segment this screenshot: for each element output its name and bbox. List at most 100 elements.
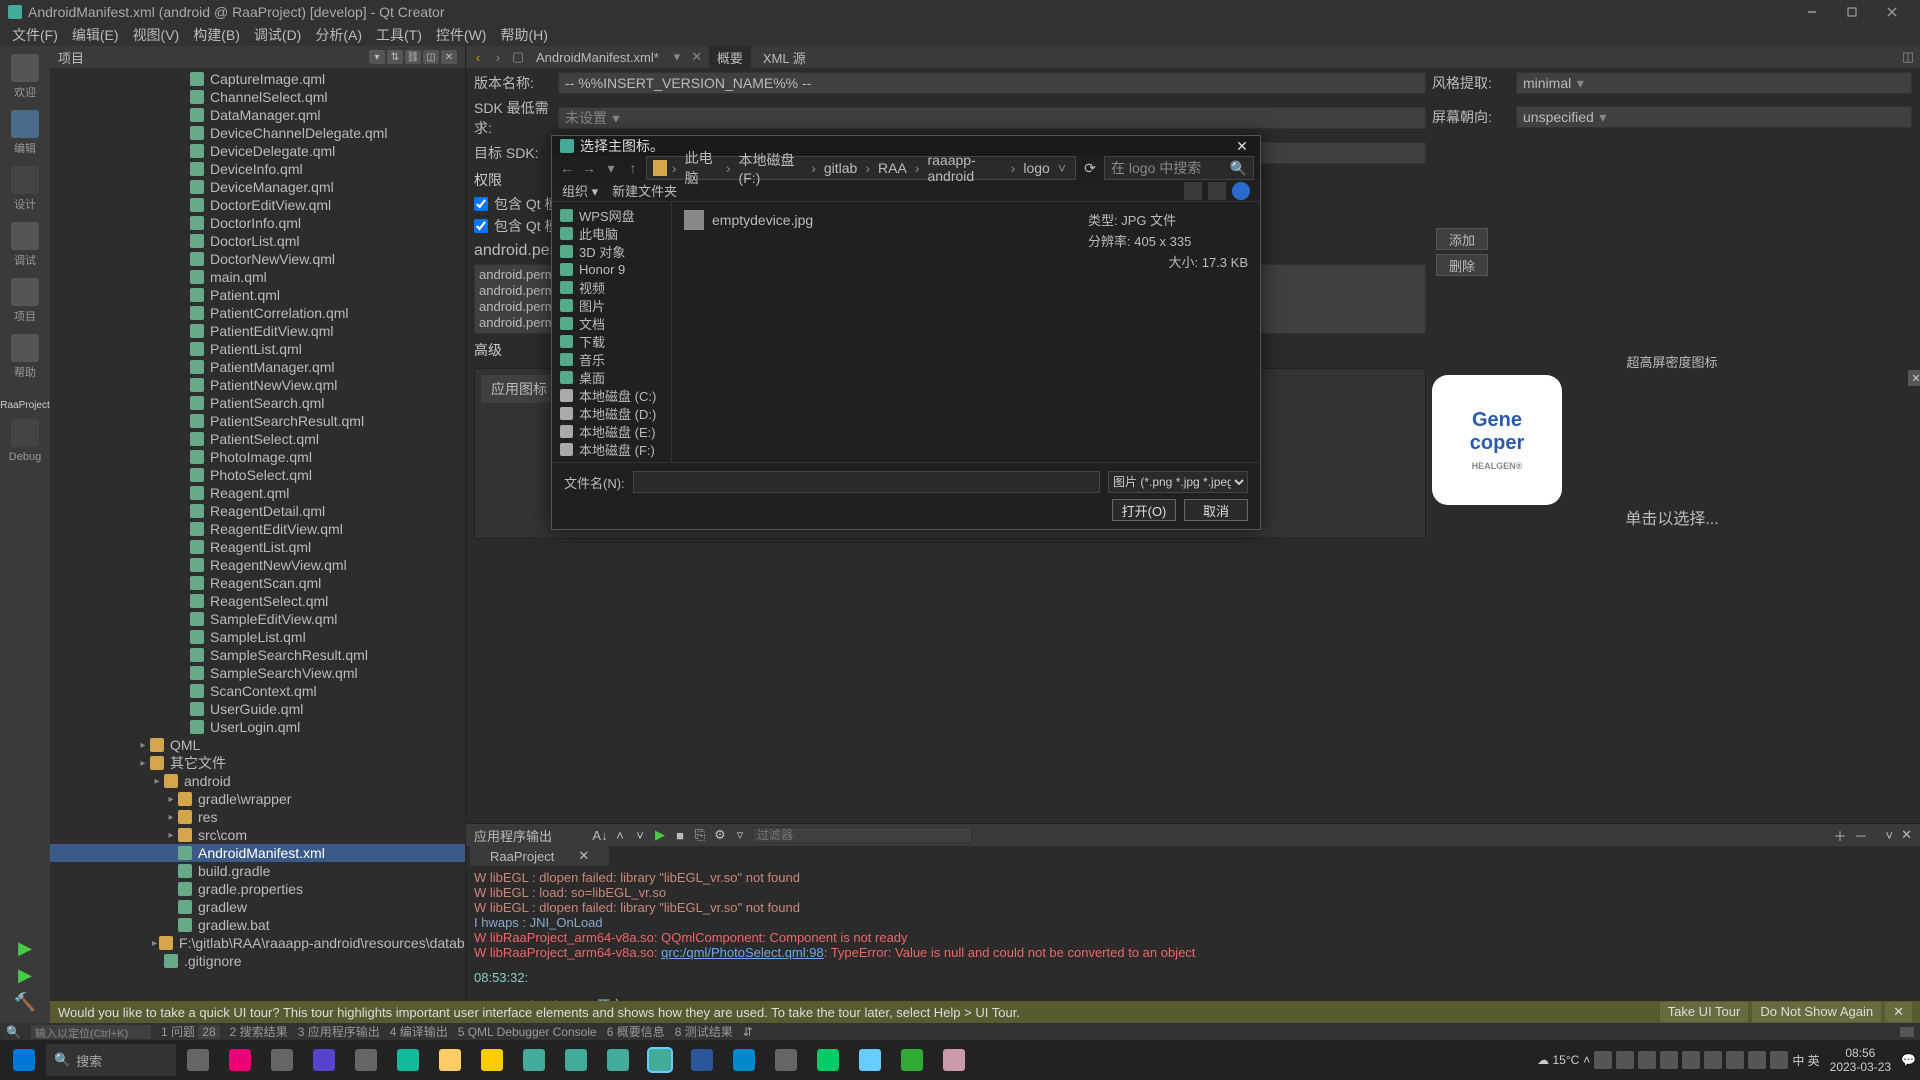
output-up-icon[interactable]: ˄ (612, 828, 628, 842)
output-body[interactable]: W libEGL : dlopen failed: library "libEG… (466, 866, 1920, 1023)
menu-view[interactable]: 视图(V) (127, 23, 186, 47)
xhdpi-icon-preview[interactable]: Genecoper HEALGEN® (1432, 375, 1562, 505)
cancel-button[interactable]: 取消 (1184, 499, 1248, 521)
crumb-dropdown-icon[interactable]: ˅ (1055, 160, 1069, 176)
taskbar-qt-4[interactable] (640, 1044, 680, 1076)
editor-split-icon[interactable]: ◫ (1900, 49, 1916, 65)
file-dropdown-icon[interactable]: ▾ (669, 49, 685, 65)
tray-chevron-icon[interactable]: ˄ (1583, 1053, 1590, 1067)
tray-icon-1[interactable] (1594, 1051, 1612, 1069)
project-tree[interactable]: CaptureImage.qmlChannelSelect.qmlDataMan… (50, 68, 465, 1023)
output-tab-close-icon[interactable]: ✕ (568, 846, 599, 866)
file-close-icon[interactable]: ✕ (689, 49, 705, 65)
taskbar-app-11[interactable] (934, 1044, 974, 1076)
tray-icon-8[interactable] (1748, 1051, 1766, 1069)
notifications-icon[interactable]: 💬 (1901, 1053, 1916, 1067)
menu-debug[interactable]: 调试(D) (248, 23, 307, 47)
kit-selector-project[interactable]: RaaProject (0, 400, 49, 411)
perm-add-button[interactable]: 添加 (1436, 228, 1488, 250)
taskbar-word[interactable] (682, 1044, 722, 1076)
view-mode-icon[interactable] (1184, 182, 1202, 200)
output-collapse-icon[interactable]: ˅ (1886, 828, 1894, 843)
breadcrumb[interactable]: ›此电脑 ›本地磁盘 (F:) ›gitlab ›RAA ›raaapp-and… (646, 156, 1076, 180)
taskbar-app-2[interactable] (262, 1044, 302, 1076)
status-qmldbg[interactable]: 5 QML Debugger Console (458, 1025, 597, 1039)
taskbar-app-1[interactable] (220, 1044, 260, 1076)
banner-close-icon[interactable]: ✕ (1885, 1002, 1912, 1022)
debug-run-button[interactable]: ▶ (18, 965, 32, 986)
output-minus-icon[interactable]: － (1854, 826, 1867, 845)
status-search[interactable]: 2 搜索结果 (230, 1023, 288, 1040)
taskbar-app-5[interactable] (472, 1044, 512, 1076)
taskbar-app-4[interactable] (346, 1044, 386, 1076)
taskbar-app-6[interactable] (724, 1044, 764, 1076)
dismiss-tour-button[interactable]: Do Not Show Again (1752, 1002, 1881, 1022)
weather-widget[interactable]: ☁ 15°C (1537, 1053, 1579, 1067)
taskbar-app-9[interactable] (850, 1044, 890, 1076)
menu-tools[interactable]: 工具(T) (370, 23, 428, 47)
file-item[interactable]: emptydevice.jpg (684, 210, 1088, 230)
locator-icon[interactable]: 🔍 (6, 1025, 21, 1039)
output-settings-icon[interactable]: ⚙ (712, 828, 728, 842)
tree-filter-icon[interactable]: ▾ (369, 50, 385, 64)
output-attach-icon[interactable]: ⎘ (692, 828, 708, 842)
taskbar-qt-1[interactable] (514, 1044, 554, 1076)
taskbar-app-7[interactable] (766, 1044, 806, 1076)
open-button[interactable]: 打开(O) (1112, 499, 1176, 521)
menu-analyze[interactable]: 分析(A) (309, 23, 368, 47)
start-button[interactable] (4, 1044, 44, 1076)
menu-file[interactable]: 文件(F) (6, 23, 64, 47)
output-down-icon[interactable]: ˅ (632, 828, 648, 842)
menu-build[interactable]: 构建(B) (187, 23, 246, 47)
nav-fwd-arrow-icon[interactable]: → (580, 160, 598, 176)
taskbar-app-3[interactable] (304, 1044, 344, 1076)
filetype-select[interactable]: 图片 (*.png *.jpg *.jpeg *.we (1108, 471, 1248, 493)
build-button[interactable]: 🔨 (14, 992, 36, 1013)
ime-indicator[interactable]: 中 英 (1792, 1052, 1819, 1069)
dialog-close-icon[interactable]: ✕ (1232, 138, 1252, 155)
sdk-min-input[interactable]: 未设置▾ (558, 107, 1426, 129)
mode-design[interactable]: 设计 (11, 166, 39, 212)
output-filter-input[interactable] (752, 827, 972, 843)
tray-icon-3[interactable] (1638, 1051, 1656, 1069)
status-appoutput[interactable]: 3 应用程序输出 (298, 1023, 380, 1040)
tray-icon-5[interactable] (1682, 1051, 1700, 1069)
menu-widgets[interactable]: 控件(W) (430, 23, 493, 47)
dialog-sidebar[interactable]: WPS网盘此电脑3D 对象Honor 9视频图片文档下载音乐桌面本地磁盘 (C:… (552, 202, 672, 462)
new-folder-button[interactable]: 新建文件夹 (612, 181, 677, 200)
taskbar-search[interactable]: 🔍搜索 (46, 1044, 176, 1076)
mode-projects[interactable]: 项目 (11, 278, 39, 324)
tree-close-icon[interactable]: ✕ (441, 50, 457, 64)
editor-filename[interactable]: AndroidManifest.xml* (530, 50, 665, 65)
taskbar-qt-3[interactable] (598, 1044, 638, 1076)
output-stop-icon[interactable]: ■ (672, 828, 688, 842)
version-input[interactable]: -- %%INSERT_VERSION_NAME%% -- (558, 72, 1426, 94)
preview-pane-icon[interactable] (1208, 182, 1226, 200)
take-tour-button[interactable]: Take UI Tour (1660, 1002, 1749, 1022)
status-issues[interactable]: 1 问题 28 (161, 1023, 220, 1040)
refresh-icon[interactable]: ⟳ (1080, 160, 1100, 177)
output-tab[interactable]: RaaProject ✕ (470, 846, 609, 866)
nav-history-icon[interactable]: ▾ (602, 160, 620, 177)
taskbar-edge[interactable] (388, 1044, 428, 1076)
mode-edit[interactable]: 编辑 (11, 110, 39, 156)
tree-split-icon[interactable]: ◫ (423, 50, 439, 64)
status-compile[interactable]: 4 编译输出 (390, 1023, 448, 1040)
maximize-button[interactable] (1832, 0, 1872, 24)
task-view-icon[interactable] (178, 1044, 218, 1076)
nav-fwd-icon[interactable]: › (490, 50, 506, 65)
mode-welcome[interactable]: 欢迎 (11, 54, 39, 100)
taskbar-explorer[interactable] (430, 1044, 470, 1076)
dialog-search-input[interactable]: 在 logo 中搜索 🔍 (1104, 156, 1254, 180)
organize-menu[interactable]: 组织 ▾ (562, 181, 598, 200)
taskbar-app-8[interactable] (808, 1044, 848, 1076)
nav-back-icon[interactable]: ‹ (470, 50, 486, 65)
tray-icon-9[interactable] (1770, 1051, 1788, 1069)
output-az-icon[interactable]: A↓ (592, 828, 608, 842)
tree-link-icon[interactable]: ⛓ (405, 50, 421, 64)
mode-debug[interactable]: 调试 (11, 222, 39, 268)
perm-del-button[interactable]: 删除 (1436, 254, 1488, 276)
run-button[interactable]: ▶ (18, 938, 32, 959)
taskbar-qt-2[interactable] (556, 1044, 596, 1076)
tray-icon-4[interactable] (1660, 1051, 1678, 1069)
